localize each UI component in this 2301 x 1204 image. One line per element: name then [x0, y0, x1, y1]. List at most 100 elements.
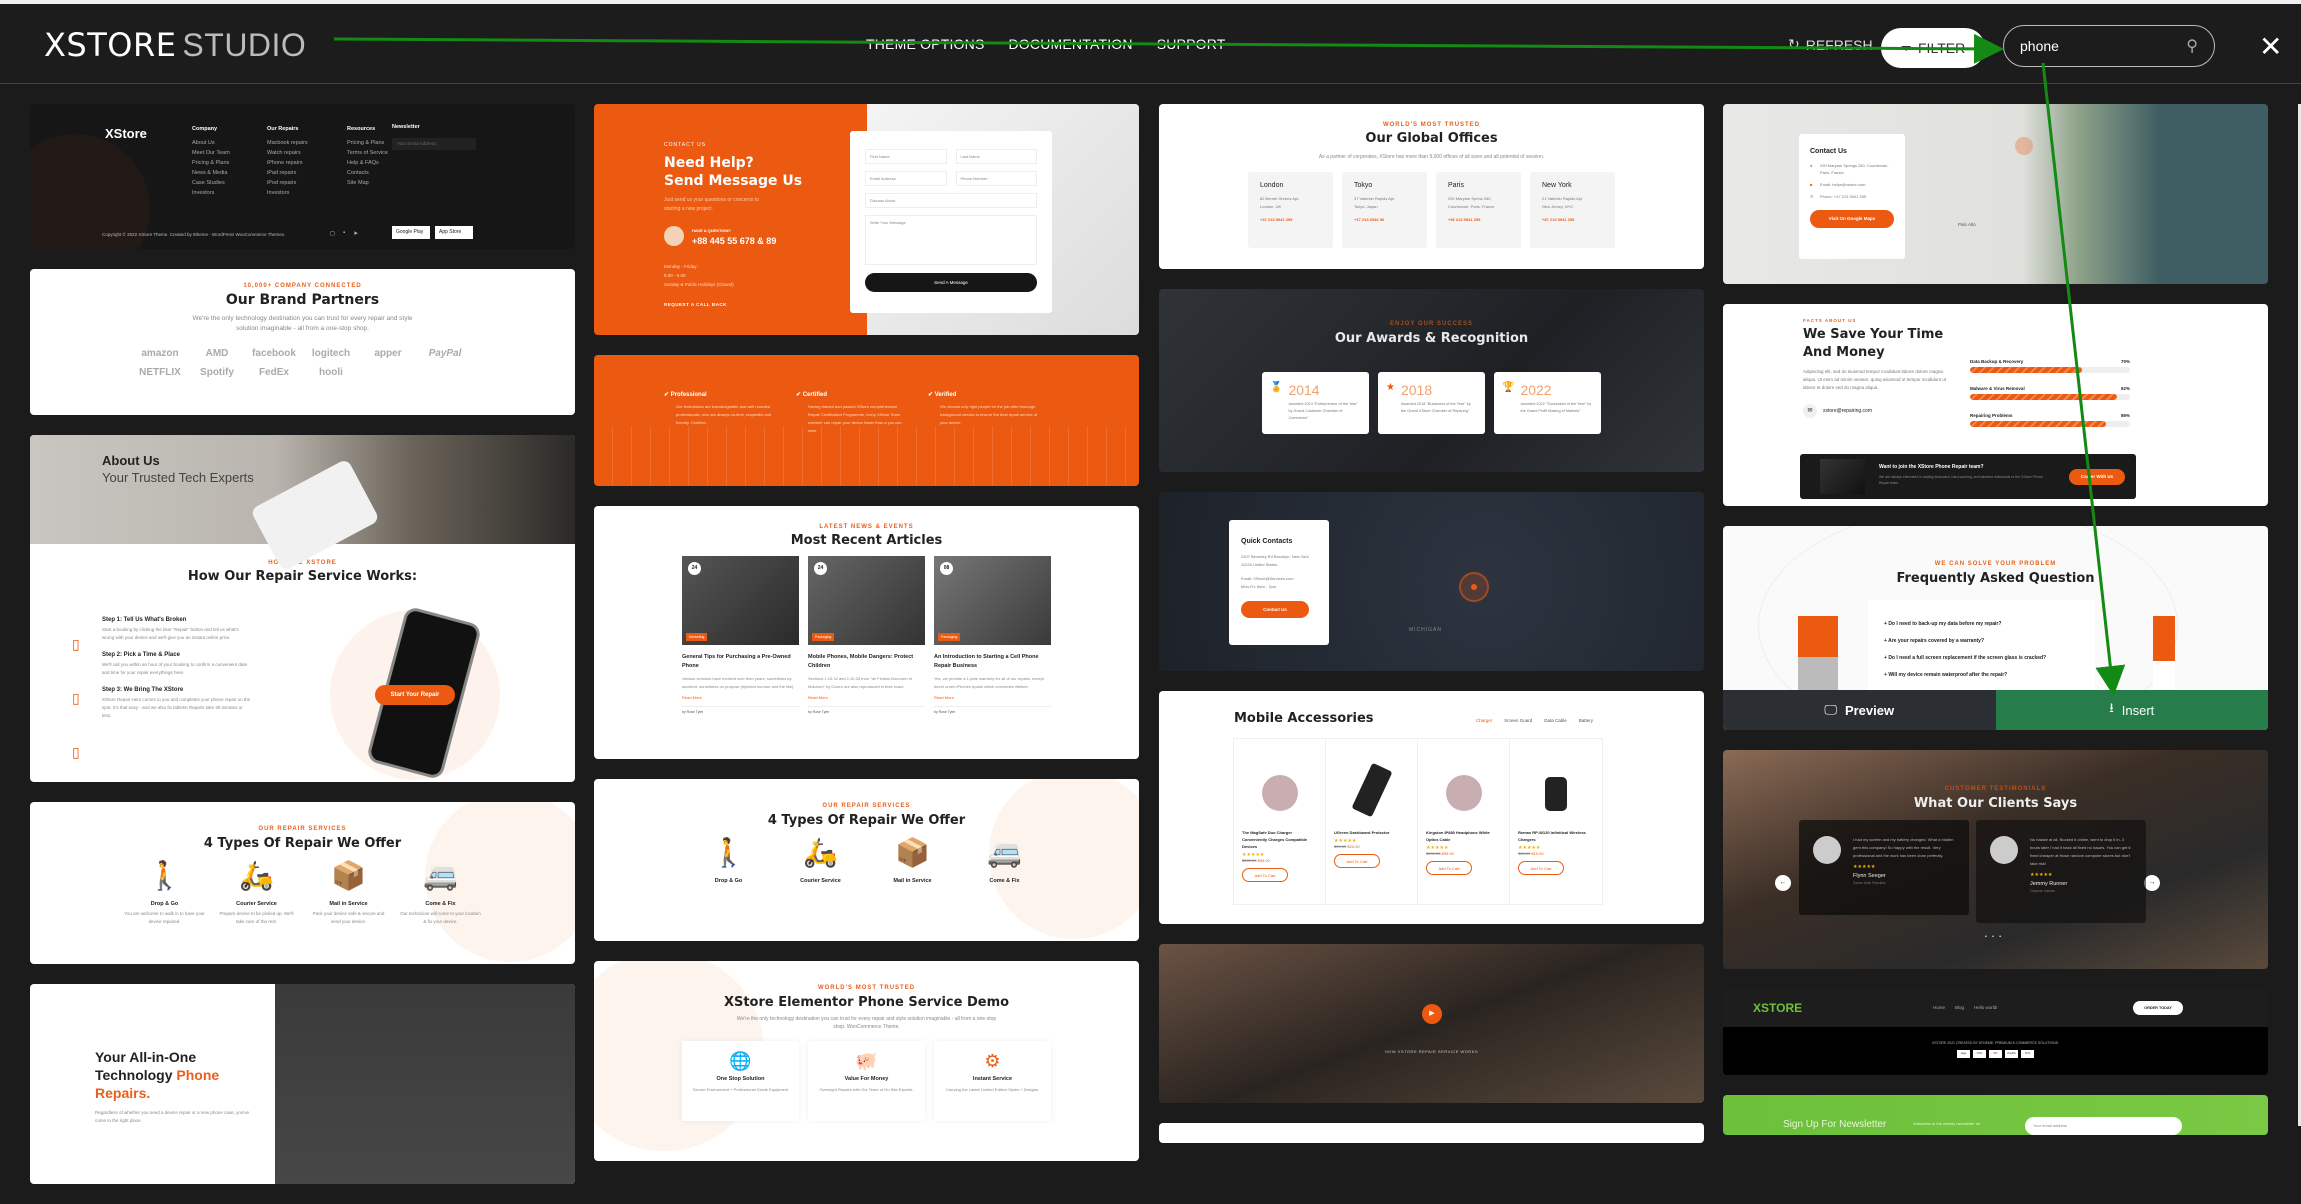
article-card[interactable]: 24 Packaging Mobile Phones, Mobile Dange…	[808, 556, 925, 714]
search-input[interactable]	[2020, 38, 2170, 54]
add-to-cart-button[interactable]: Add To Cart	[1242, 868, 1288, 882]
footer-link[interactable]: Site Map	[347, 178, 392, 188]
template-card-repair-types[interactable]: OUR REPAIR SERVICES 4 Types Of Repair We…	[30, 802, 575, 964]
read-more-link[interactable]: Read More	[808, 695, 925, 700]
play-button[interactable]: ▶	[1422, 1004, 1442, 1024]
template-card-site-footer[interactable]: XSTORE Home Blog Hello world! ORDER TODA…	[1723, 989, 2268, 1075]
footer-link-hello-world[interactable]: Hello world!	[1974, 1005, 1998, 1010]
footer-link-blog[interactable]: Blog	[1955, 1005, 1964, 1010]
faq-item[interactable]: + Do I need a full screen replacement if…	[1884, 650, 2079, 667]
template-card-about[interactable]: About Us Your Trusted Tech Experts HOW T…	[30, 435, 575, 782]
template-card-demo[interactable]: WORLD'S MOST TRUSTED XStore Elementor Ph…	[594, 961, 1139, 1161]
send-message-button[interactable]: Send A Message	[865, 273, 1037, 292]
add-to-cart-button[interactable]: Add To Cart	[1426, 861, 1472, 875]
article-card[interactable]: 24 Marketing General Tips for Purchasing…	[682, 556, 799, 714]
faq-item[interactable]: + Are your repairs covered by a warranty…	[1884, 633, 2079, 650]
template-card-hero[interactable]: Your All-in-One Technology Phone Repairs…	[30, 984, 575, 1184]
add-to-cart-button[interactable]: Add To Cart	[1334, 854, 1380, 868]
footer-link[interactable]: iPhone repairs	[267, 158, 317, 168]
template-card-awards[interactable]: ENJOY OUR SUCCESS Our Awards & Recogniti…	[1159, 289, 1704, 472]
footer-link[interactable]: Investors	[267, 188, 317, 198]
template-card-quick-contacts[interactable]: MICHIGAN Quick Contacts 2307 Beverley Rd…	[1159, 492, 1704, 671]
youtube-icon[interactable]: ▪	[343, 230, 345, 237]
start-repair-button[interactable]: Start Your Repair	[375, 685, 455, 705]
template-card-offices[interactable]: WORLD'S MOST TRUSTED Our Global Offices …	[1159, 104, 1704, 269]
footer-link[interactable]: Contacts	[347, 168, 392, 178]
google-play-badge[interactable]: Google Play	[392, 226, 430, 239]
product-card[interactable]: The MagSafe Duo Charger Conveniently Cha…	[1234, 739, 1326, 904]
carousel-dots[interactable]: • • •	[1985, 934, 2003, 940]
footer-link[interactable]: Case Studies	[192, 178, 237, 188]
tab-charger[interactable]: Charger	[1476, 718, 1492, 723]
article-card[interactable]: 08 Packaging An Introduction to Starting…	[934, 556, 1051, 714]
template-card-facts[interactable]: FACTS ABOUT US We Save Your Time And Mon…	[1723, 304, 2268, 506]
client-role: Syrian Arab Republic	[1853, 881, 1886, 885]
tab-data-cable[interactable]: Data Cable	[1544, 718, 1567, 723]
footer-link[interactable]: Investors	[192, 188, 237, 198]
email-input[interactable]: Email Address	[865, 171, 947, 186]
footer-link[interactable]: Meet Our Team	[192, 148, 237, 158]
product-card[interactable]: Remax RP-W120 Infinitical Wireless Charg…	[1510, 739, 1602, 904]
template-card-partial[interactable]	[1159, 1123, 1704, 1143]
discuss-select[interactable]: Discuss About	[865, 193, 1037, 208]
faq-item[interactable]: + Will my device remain waterproof after…	[1884, 667, 2079, 684]
search-icon[interactable]: ⚲	[2186, 36, 2198, 56]
footer-link[interactable]: News & Media	[192, 168, 237, 178]
template-card-partners[interactable]: 10,000+ COMPANY CONNECTED Our Brand Part…	[30, 269, 575, 415]
order-today-button[interactable]: ORDER TODAY	[2133, 1001, 2183, 1015]
template-card-contact[interactable]: CONTACT US Need Help? Send Message Us Ju…	[594, 104, 1139, 335]
last-name-input[interactable]: Last Name	[955, 149, 1037, 164]
contact-form: First Name Last Name Email Address Phone…	[850, 131, 1052, 313]
template-card-footer[interactable]: XStore Company About Us Meet Our Team Pr…	[30, 104, 575, 249]
nav-documentation[interactable]: DOCUMENTATION	[1009, 36, 1133, 52]
footer-link[interactable]: iPod repairs	[267, 178, 317, 188]
footer-link[interactable]: Terms of Service	[347, 148, 392, 158]
nav-support[interactable]: SUPPORT	[1157, 36, 1226, 52]
product-card[interactable]: Kingston IP880 Headphone White Optics Ca…	[1418, 739, 1510, 904]
template-card-newsletter[interactable]: Sign Up For Newsletter Subscribe to the …	[1723, 1095, 2268, 1135]
tab-screen-guard[interactable]: Screen Guard	[1504, 718, 1532, 723]
template-card-repair-types-2[interactable]: OUR REPAIR SERVICES 4 Types Of Repair We…	[594, 779, 1139, 941]
telegram-icon[interactable]: ➤	[353, 230, 358, 237]
template-card-contact-map[interactable]: Contact Us ● 290 Maryam Springs 260, Cour…	[1723, 104, 2268, 284]
preview-button[interactable]: 🖵 Preview	[1723, 690, 1996, 730]
footer-link[interactable]: Help & FAQs	[347, 158, 392, 168]
first-name-input[interactable]: First Name	[865, 149, 947, 164]
add-to-cart-button[interactable]: Add To Cart	[1518, 861, 1564, 875]
instagram-icon[interactable]: ◻	[330, 230, 335, 237]
carousel-prev-button[interactable]: ←	[1775, 875, 1791, 891]
tab-battery[interactable]: Battery	[1579, 718, 1593, 723]
template-card-articles[interactable]: LATEST NEWS & EVENTS Most Recent Article…	[594, 506, 1139, 759]
footer-link[interactable]: Pricing & Plans	[347, 138, 392, 148]
insert-button[interactable]: ⭳ Insert	[1995, 690, 2268, 730]
faq-item[interactable]: + Do I need to back-up my data before my…	[1884, 616, 2079, 633]
footer-link[interactable]: iPad repairs	[267, 168, 317, 178]
read-more-link[interactable]: Read More	[934, 695, 1051, 700]
close-button[interactable]: ✕	[2259, 30, 2282, 63]
footer-link-home[interactable]: Home	[1933, 1005, 1945, 1010]
request-callback-link[interactable]: REQUEST A CALL BACK	[664, 302, 727, 307]
filter-button[interactable]: ⏷ FILTER	[1881, 28, 1985, 68]
newsletter-email-input[interactable]: Your email address	[2025, 1117, 2182, 1135]
footer-link[interactable]: Watch repairs	[267, 148, 317, 158]
contact-us-button[interactable]: Contact Us	[1241, 601, 1309, 618]
template-card-video[interactable]: ▶ HOW XSTORE REPAIR SERVICE WORKS	[1159, 944, 1704, 1103]
phone-input[interactable]: Phone Number	[955, 171, 1037, 186]
footer-link[interactable]: About Us	[192, 138, 237, 148]
template-card-accessories[interactable]: Mobile Accessories Charger Screen Guard …	[1159, 691, 1704, 924]
footer-link[interactable]: Pricing & Plans	[192, 158, 237, 168]
template-card-faq[interactable]: WE CAN SOLVE YOUR PROBLEM Frequently Ask…	[1723, 526, 2268, 730]
template-card-features[interactable]: ✔ Professional Our technicians are knowl…	[594, 355, 1139, 486]
nav-theme-options[interactable]: THEME OPTIONS	[866, 36, 985, 52]
read-more-link[interactable]: Read More	[682, 695, 799, 700]
footer-link[interactable]: Macbook repairs	[267, 138, 317, 148]
message-textarea[interactable]: Write Your Message	[865, 215, 1037, 265]
refresh-button[interactable]: ↻ REFRESH	[1788, 36, 1873, 53]
newsletter-input[interactable]: Your Email Address	[392, 138, 476, 150]
visit-google-maps-button[interactable]: Visit On Google Maps	[1810, 210, 1894, 228]
carousel-next-button[interactable]: →	[2144, 875, 2160, 891]
product-card[interactable]: UGreen Dashboard Protector ★★★★★ $39.50 …	[1326, 739, 1418, 904]
app-store-badge[interactable]: App Store	[435, 226, 473, 239]
career-with-us-button[interactable]: Career With Us	[2069, 469, 2125, 485]
template-card-testimonials[interactable]: CUSTOMER TESTIMONIALS What Our Clients S…	[1723, 750, 2268, 969]
